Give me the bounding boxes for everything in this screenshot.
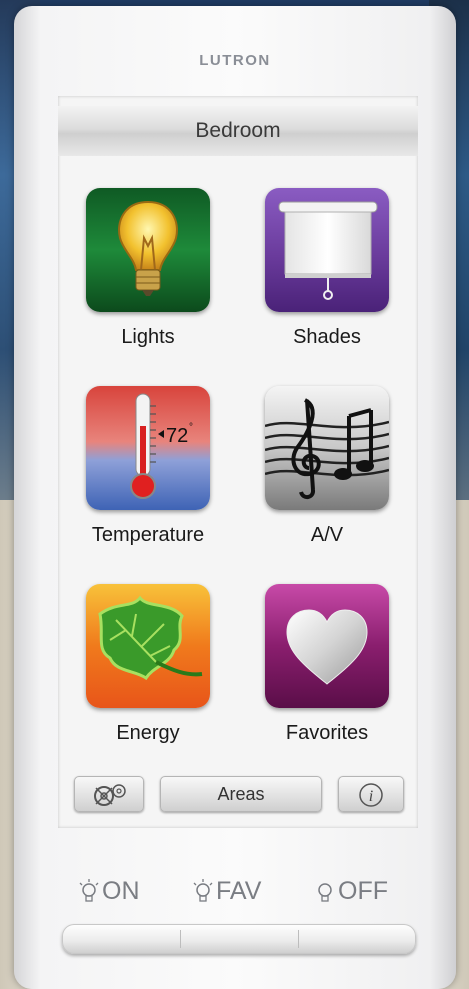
shades-label: Shades	[293, 326, 361, 348]
svg-text:i: i	[369, 788, 373, 805]
favorites-label: Favorites	[285, 722, 369, 744]
fav-button-label: FAV	[192, 876, 261, 906]
energy-tile[interactable]	[86, 584, 210, 708]
lights-tile[interactable]	[86, 188, 210, 312]
page-title: Bedroom	[58, 106, 418, 156]
fav-button[interactable]	[181, 924, 298, 954]
shades-tile[interactable]	[265, 188, 389, 312]
on-button-label: ON	[78, 876, 140, 906]
gears-icon	[94, 784, 126, 807]
info-button[interactable]: i	[338, 776, 404, 812]
temperature-label: Temperature	[91, 524, 205, 546]
areas-button[interactable]: Areas	[160, 776, 322, 812]
av-tile[interactable]	[265, 386, 389, 510]
leaf-icon	[86, 584, 210, 708]
favorites-tile[interactable]	[265, 584, 389, 708]
lights-label: Lights	[121, 326, 175, 348]
svg-text:°: °	[189, 422, 193, 433]
screen-bottom-bar: Areas i	[58, 764, 418, 820]
info-icon: i	[359, 783, 383, 807]
window-shade-icon	[265, 188, 389, 312]
energy-label: Energy	[116, 722, 180, 744]
music-notes-icon	[265, 386, 389, 510]
av-label: A/V	[310, 524, 344, 546]
hard-button-labels: ON FAV OFF	[14, 876, 456, 906]
keypad-device: LUTRON Bedroom Lights Shades 72 ° Temper…	[14, 6, 456, 989]
off-button-label: OFF	[314, 876, 388, 906]
hard-button-rocker	[62, 924, 416, 954]
thermometer-icon: 72 °	[86, 386, 210, 510]
bulb-on-icon	[79, 879, 99, 903]
bulb-fav-icon	[193, 879, 213, 903]
touch-screen: Bedroom Lights Shades 72 ° Temperature A…	[58, 96, 418, 828]
temperature-tile[interactable]: 72 °	[86, 386, 210, 510]
brand-logo: LUTRON	[199, 52, 271, 69]
light-bulb-icon	[86, 188, 210, 312]
on-button[interactable]	[62, 924, 180, 954]
off-button[interactable]	[299, 924, 416, 954]
bulb-off-icon	[318, 883, 332, 903]
settings-button[interactable]	[74, 776, 144, 812]
temperature-reading: 72	[166, 425, 188, 447]
heart-icon	[265, 584, 389, 708]
